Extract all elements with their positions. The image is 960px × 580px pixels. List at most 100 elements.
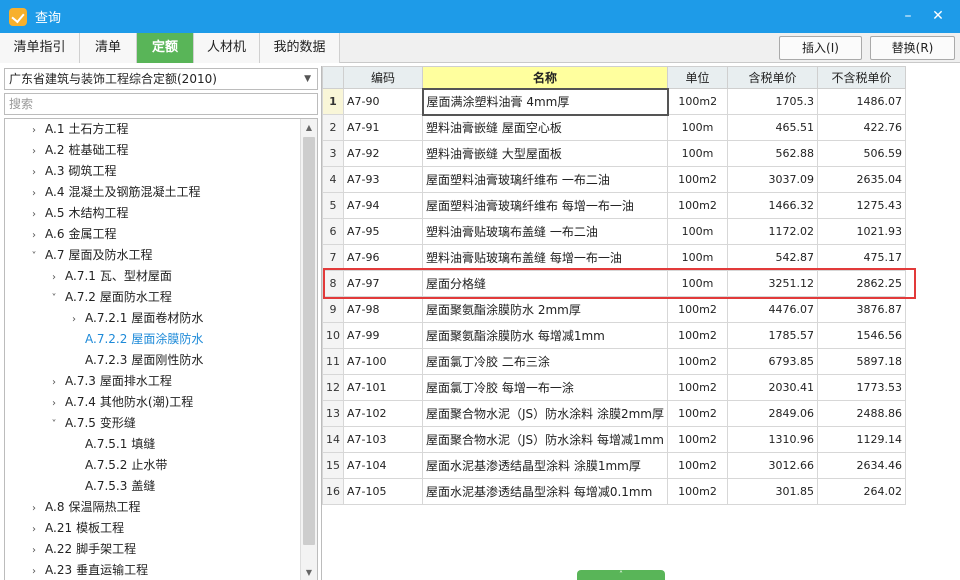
- row-number[interactable]: 8: [322, 270, 344, 297]
- cell-price-with-tax[interactable]: 1310.96: [727, 426, 818, 453]
- chevron-down-icon[interactable]: ˅: [27, 246, 41, 267]
- row-number[interactable]: 7: [322, 244, 344, 271]
- chevron-right-icon[interactable]: ›: [47, 267, 61, 288]
- cell-price-without-tax[interactable]: 1773.53: [817, 374, 906, 401]
- cell-name[interactable]: 屋面塑料油膏玻璃纤维布 一布二油: [422, 166, 668, 193]
- tree-item[interactable]: › A.21 模板工程: [27, 518, 124, 539]
- tree-item[interactable]: A.7.2.3 屋面刚性防水: [67, 350, 203, 371]
- cell-name[interactable]: 屋面聚氨酯涂膜防水 2mm厚: [422, 296, 668, 323]
- tree-item[interactable]: › A.6 金属工程: [27, 224, 116, 245]
- insert-button[interactable]: 插入(I): [779, 36, 862, 60]
- tree-item[interactable]: › A.2 桩基础工程: [27, 140, 128, 161]
- tree-item[interactable]: A.7.5.1 填缝: [67, 434, 155, 455]
- row-number[interactable]: 4: [322, 166, 344, 193]
- cell-price-with-tax[interactable]: 542.87: [727, 244, 818, 271]
- cell-code[interactable]: A7-102: [343, 400, 423, 427]
- cell-price-without-tax[interactable]: 422.76: [817, 114, 906, 141]
- cell-price-with-tax[interactable]: 3037.09: [727, 166, 818, 193]
- row-number[interactable]: 13: [322, 400, 344, 427]
- cell-name[interactable]: 屋面聚氨酯涂膜防水 每增减1mm: [422, 322, 668, 349]
- tree-item[interactable]: › A.7.1 瓦、型材屋面: [47, 266, 172, 287]
- cell-unit[interactable]: 100m2: [667, 400, 728, 427]
- chevron-right-icon[interactable]: ›: [27, 498, 41, 519]
- cell-name[interactable]: 屋面水泥基渗透结晶型涂料 涂膜1mm厚: [422, 452, 668, 479]
- cell-unit[interactable]: 100m2: [667, 296, 728, 323]
- cell-price-without-tax[interactable]: 1129.14: [817, 426, 906, 453]
- cell-code[interactable]: A7-94: [343, 192, 423, 219]
- tree-item[interactable]: › A.23 垂直运输工程: [27, 560, 148, 580]
- chevron-right-icon[interactable]: ›: [27, 519, 41, 540]
- cell-price-without-tax[interactable]: 264.02: [817, 478, 906, 505]
- row-number[interactable]: 5: [322, 192, 344, 219]
- cell-unit[interactable]: 100m2: [667, 426, 728, 453]
- table-row[interactable]: 15 A7-104 屋面水泥基渗透结晶型涂料 涂膜1mm厚 100m2 3012.66 2…: [322, 452, 906, 479]
- cell-name[interactable]: 塑料油膏嵌缝 大型屋面板: [422, 140, 668, 167]
- chevron-right-icon[interactable]: ›: [47, 372, 61, 393]
- row-number[interactable]: 1: [322, 88, 344, 115]
- cell-code[interactable]: A7-100: [343, 348, 423, 375]
- row-number[interactable]: 9: [322, 296, 344, 323]
- expand-panel-handle[interactable]: ˄: [577, 570, 665, 580]
- cell-price-without-tax[interactable]: 1021.93: [817, 218, 906, 245]
- tree-item[interactable]: › A.8 保温隔热工程: [27, 497, 140, 518]
- tree-item[interactable]: › A.5 木结构工程: [27, 203, 128, 224]
- chevron-right-icon[interactable]: ›: [47, 393, 61, 414]
- table-row[interactable]: 12 A7-101 屋面氯丁冷胶 每增一布一涂 100m2 2030.41 1773.53: [322, 374, 906, 401]
- chevron-right-icon[interactable]: ›: [27, 183, 41, 204]
- cell-unit[interactable]: 100m2: [667, 88, 728, 115]
- tree-item[interactable]: › A.7.2.1 屋面卷材防水: [67, 308, 203, 329]
- cell-code[interactable]: A7-91: [343, 114, 423, 141]
- minimize-button[interactable]: –: [898, 6, 918, 26]
- cell-name[interactable]: 屋面水泥基渗透结晶型涂料 每增减0.1mm: [422, 478, 668, 505]
- cell-price-without-tax[interactable]: 475.17: [817, 244, 906, 271]
- cell-price-without-tax[interactable]: 506.59: [817, 140, 906, 167]
- tab-my-data[interactable]: 我的数据: [260, 33, 340, 63]
- search-input[interactable]: [4, 93, 318, 115]
- cell-unit[interactable]: 100m2: [667, 452, 728, 479]
- cell-price-with-tax[interactable]: 1466.32: [727, 192, 818, 219]
- row-number[interactable]: 16: [322, 478, 344, 505]
- tab-list-guide[interactable]: 清单指引: [0, 33, 80, 63]
- cell-code[interactable]: A7-90: [343, 88, 423, 115]
- tree-item[interactable]: › A.22 脚手架工程: [27, 539, 136, 560]
- cell-unit[interactable]: 100m: [667, 114, 728, 141]
- chevron-right-icon[interactable]: ›: [67, 309, 81, 330]
- cell-code[interactable]: A7-96: [343, 244, 423, 271]
- cell-price-without-tax[interactable]: 2862.25: [817, 270, 906, 297]
- tree-item[interactable]: › A.3 砌筑工程: [27, 161, 116, 182]
- table-row[interactable]: 5 A7-94 屋面塑料油膏玻璃纤维布 每增一布一油 100m2 1466.32 1275…: [322, 192, 906, 219]
- row-number[interactable]: 12: [322, 374, 344, 401]
- cell-code[interactable]: A7-103: [343, 426, 423, 453]
- chevron-right-icon[interactable]: ›: [27, 141, 41, 162]
- cell-name[interactable]: 屋面氯丁冷胶 每增一布一涂: [422, 374, 668, 401]
- cell-name[interactable]: 屋面塑料油膏玻璃纤维布 每增一布一油: [422, 192, 668, 219]
- chevron-down-icon[interactable]: ˅: [47, 288, 61, 309]
- header-code[interactable]: 编码: [343, 66, 423, 89]
- row-number[interactable]: 14: [322, 426, 344, 453]
- cell-name[interactable]: 屋面聚合物水泥（JS）防水涂料 每增减1mm: [422, 426, 668, 453]
- row-number[interactable]: 10: [322, 322, 344, 349]
- cell-name[interactable]: 屋面满涂塑料油膏 4mm厚: [421, 87, 669, 116]
- cell-unit[interactable]: 100m2: [667, 166, 728, 193]
- tab-quota[interactable]: 定额: [137, 33, 194, 63]
- cell-name[interactable]: 塑料油膏贴玻璃布盖缝 每增一布一油: [422, 244, 668, 271]
- table-row[interactable]: 13 A7-102 屋面聚合物水泥（JS）防水涂料 涂膜2mm厚 100m2 2849.…: [322, 400, 906, 427]
- chevron-right-icon[interactable]: ›: [27, 162, 41, 183]
- cell-price-without-tax[interactable]: 2635.04: [817, 166, 906, 193]
- cell-price-with-tax[interactable]: 2030.41: [727, 374, 818, 401]
- cell-price-with-tax[interactable]: 465.51: [727, 114, 818, 141]
- row-number[interactable]: 3: [322, 140, 344, 167]
- header-unit[interactable]: 单位: [667, 66, 728, 89]
- table-row[interactable]: 6 A7-95 塑料油膏贴玻璃布盖缝 一布二油 100m 1172.02 1021.93: [322, 218, 906, 245]
- cell-name[interactable]: 塑料油膏贴玻璃布盖缝 一布二油: [422, 218, 668, 245]
- cell-unit[interactable]: 100m: [667, 140, 728, 167]
- cell-unit[interactable]: 100m: [667, 218, 728, 245]
- tab-labor-material-machine[interactable]: 人材机: [194, 33, 260, 63]
- cell-name[interactable]: 屋面分格缝: [422, 270, 668, 297]
- cell-unit[interactable]: 100m2: [667, 348, 728, 375]
- row-number[interactable]: 6: [322, 218, 344, 245]
- table-row[interactable]: 9 A7-98 屋面聚氨酯涂膜防水 2mm厚 100m2 4476.07 3876.87: [322, 296, 906, 323]
- cell-price-without-tax[interactable]: 3876.87: [817, 296, 906, 323]
- library-select[interactable]: 广东省建筑与装饰工程综合定额(2010) ▼: [4, 68, 318, 90]
- replace-button[interactable]: 替换(R): [870, 36, 955, 60]
